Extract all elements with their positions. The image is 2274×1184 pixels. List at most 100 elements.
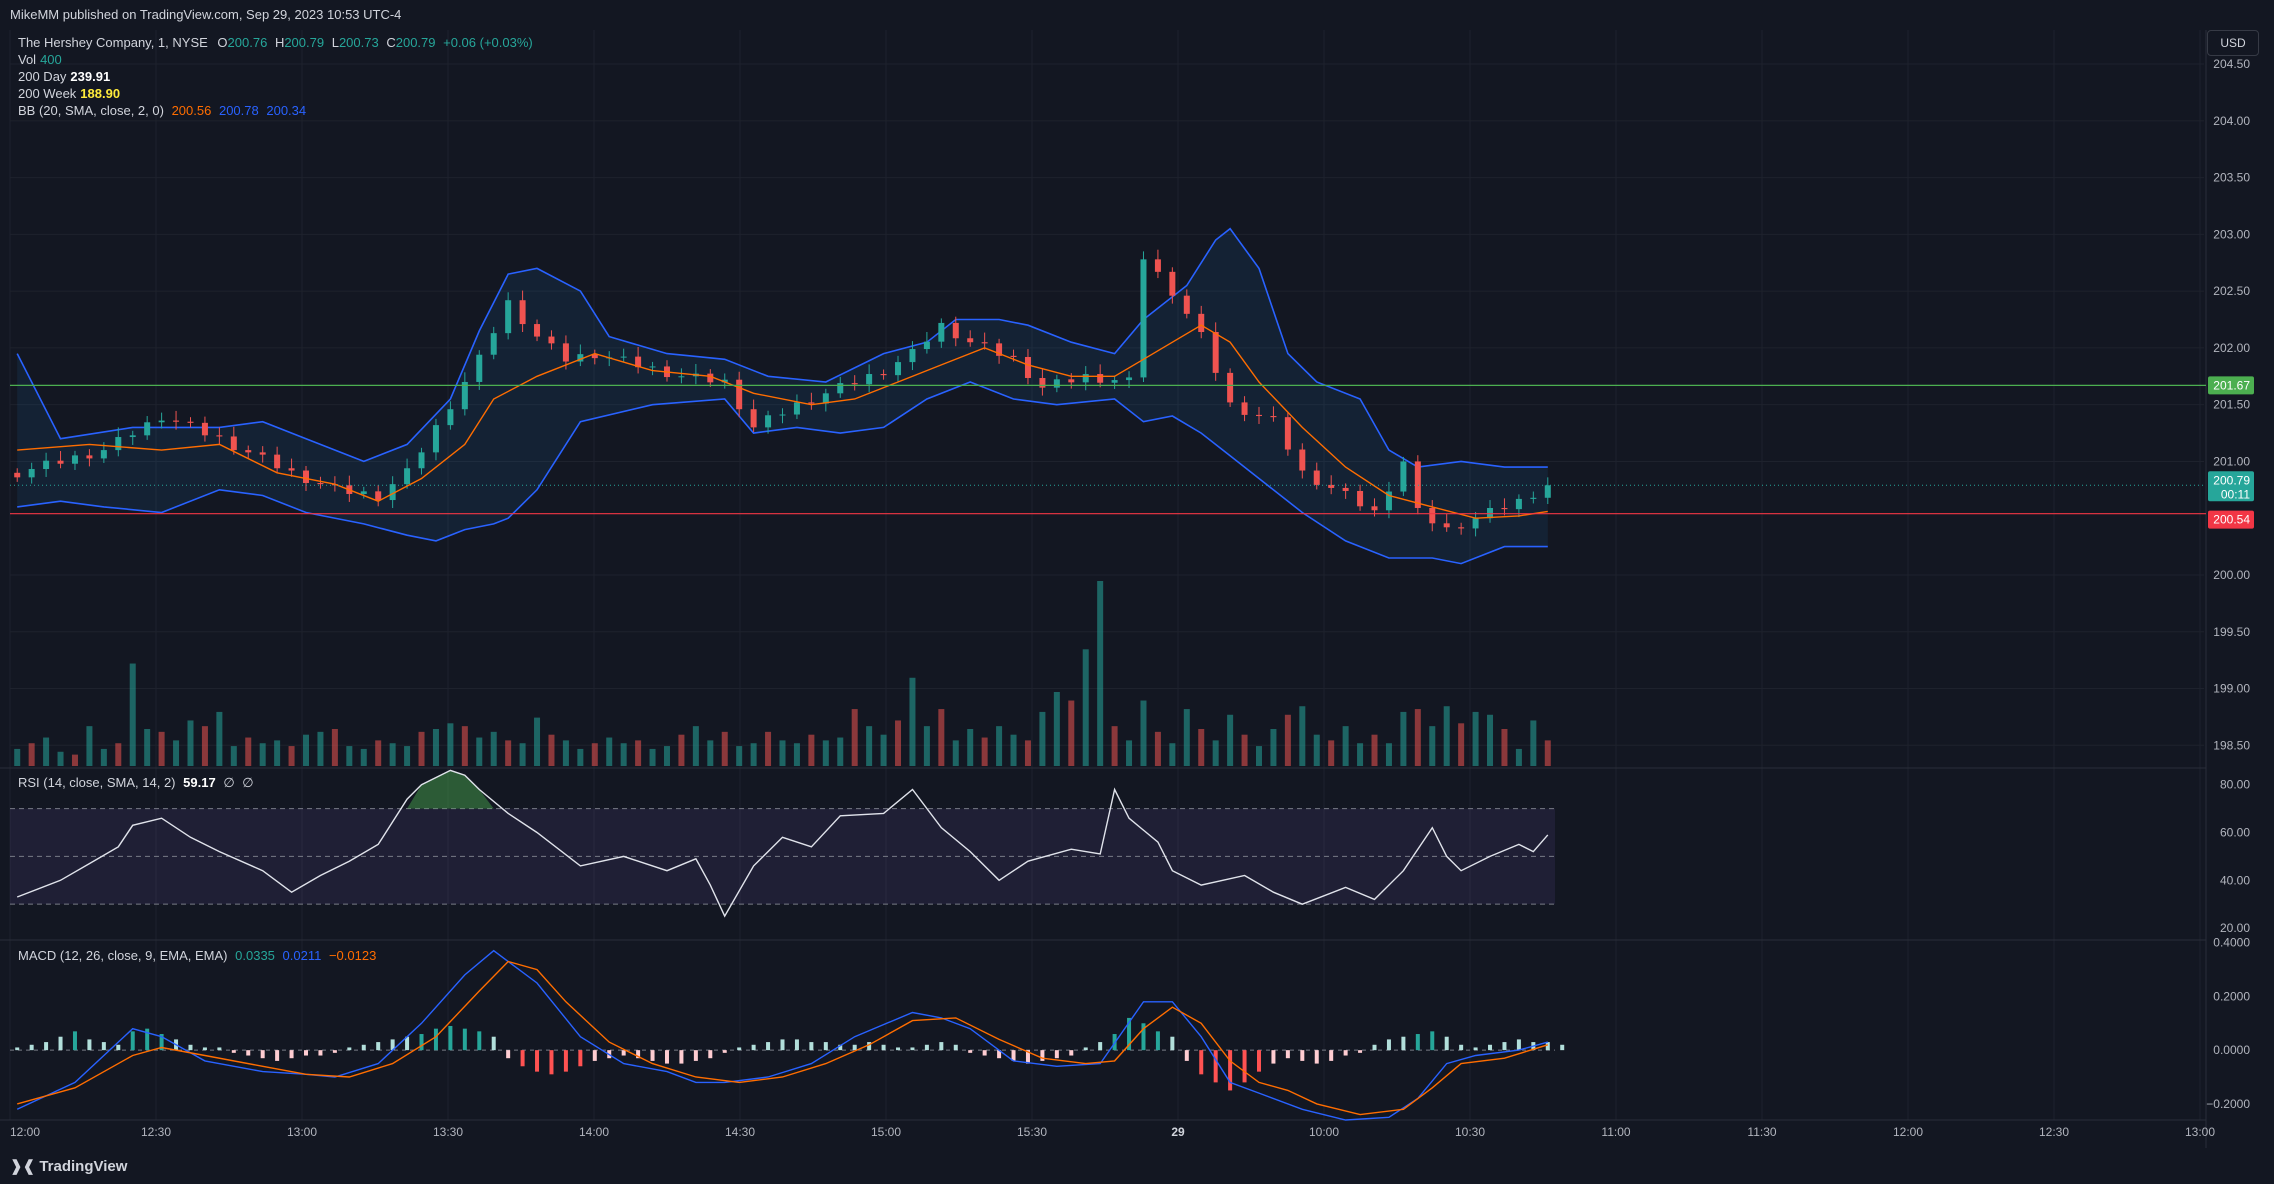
macd-histogram-bar [433,1028,438,1051]
candle-body [43,460,50,470]
currency-button[interactable]: USD [2207,30,2259,56]
volume-bar [1053,692,1060,766]
volume-bar [663,746,670,766]
macd-histogram-bar [1054,1050,1059,1059]
candle-body [28,469,35,478]
macd-hist-value: −0.0123 [328,948,377,963]
candle-body [201,422,208,436]
volume-bar [1010,734,1017,766]
symbol-name[interactable]: The Hershey Company, 1, NYSE [18,35,208,50]
high-value: 200.79 [284,35,325,50]
candle-body [765,415,772,428]
footer [0,1148,2274,1184]
legend-bb-row[interactable]: BB (20, SMA, close, 2, 0) 200.56 200.78 … [18,102,306,119]
volume-bar [996,726,1003,766]
volume-bar [1183,709,1190,766]
time-tick-label: 12:00 [10,1125,40,1139]
macd-histogram-bar [751,1044,756,1051]
candle-body [57,460,64,464]
volume-bar [1487,714,1494,766]
price-tick-label: 202.00 [2213,341,2250,355]
candle-body [1053,379,1060,388]
candle-body [1097,374,1104,383]
volume-bar [303,734,310,766]
candle-body [1530,497,1537,499]
volume-bar [28,743,35,766]
volume-bar [808,734,815,766]
chart-canvas[interactable]: 204.50 204.00 203.50 203.00 202.50 202.00 201.… [0,0,2274,1184]
macd-histogram-bar [448,1025,453,1051]
volume-bar [1515,748,1522,766]
volume-bar [750,743,757,766]
candle-body [923,341,930,350]
legend-volume-row[interactable]: Vol 400 [18,51,62,68]
legend-macd-row[interactable]: MACD (12, 26, close, 9, EMA, EMA) 0.0335… [18,947,376,964]
rsi-tick-label: 60.00 [2220,826,2250,840]
volume-bar [649,748,656,766]
candle-body [534,324,541,337]
macd-histogram-bar [101,1042,106,1051]
candle-body [1024,356,1031,378]
candle-body [230,436,237,451]
candle-body [375,491,382,501]
candle-body [505,300,512,334]
macd-histogram-bar [231,1050,236,1053]
candle-body [851,383,858,385]
macd-tick-label: 0.0000 [2213,1043,2250,1057]
macd-histogram-bar [116,1044,121,1051]
legend-200day-row[interactable]: 200 Day 239.91 [18,68,110,85]
candle-body [1443,523,1450,528]
macd-histogram-bar [462,1028,467,1051]
macd-histogram-bar [1430,1031,1435,1051]
macd-histogram-bar [766,1042,771,1051]
volume-bar [187,720,194,766]
candle-body [967,338,974,343]
candle-body [461,381,468,410]
macd-histogram-bar [289,1050,294,1059]
macd-histogram-bar [1343,1050,1348,1056]
volume-bar [981,737,988,766]
volume-bar [158,731,165,766]
candle-body [1357,490,1364,507]
candle-body [1313,470,1320,485]
volume-bar [779,740,786,766]
volume-bar [707,740,714,766]
candle-body [115,437,122,451]
volume-bar [851,709,858,766]
volume-bar [736,746,743,766]
volume-bar [288,746,295,766]
tradingview-logo[interactable]: ❱❰ TradingView [10,1157,127,1175]
volume-bar [837,737,844,766]
macd-histogram-bar [1560,1044,1565,1051]
macd-histogram-bar [1242,1050,1247,1083]
volume-bar [1097,581,1104,766]
macd-histogram-bar [376,1042,381,1051]
macd-histogram-bar [679,1050,684,1064]
legend-rsi-row[interactable]: RSI (14, close, SMA, 14, 2) 59.17 ∅ ∅ [18,774,254,791]
candle-body [1212,332,1219,373]
candle-body [1284,417,1291,450]
candle-body [216,435,223,437]
candle-body [938,322,945,342]
legend-200week-row[interactable]: 200 Week 188.90 [18,85,120,102]
price-tick-label: 201.00 [2213,454,2250,468]
macd-histogram-bar [44,1042,49,1051]
low-value: 200.73 [338,35,379,50]
macd-histogram-bar [563,1050,568,1072]
volume-bar [1371,734,1378,766]
volume-bar [461,726,468,766]
volume-bar [375,740,382,766]
candle-body [404,468,411,485]
volume-bar [1458,723,1465,766]
candle-body [447,409,454,426]
macd-histogram-bar [304,1050,309,1056]
green-line-price-tag: 201.67 [2213,378,2250,392]
macd-histogram-bar [1401,1036,1406,1051]
close-value: 200.79 [395,35,436,50]
candle-body [129,435,136,438]
macd-histogram-bar [1083,1047,1088,1051]
macd-histogram-bar [939,1042,944,1051]
current-price-tag: 200.79 [2213,473,2250,487]
volume-bar [1328,740,1335,766]
volume-bar [245,737,252,766]
